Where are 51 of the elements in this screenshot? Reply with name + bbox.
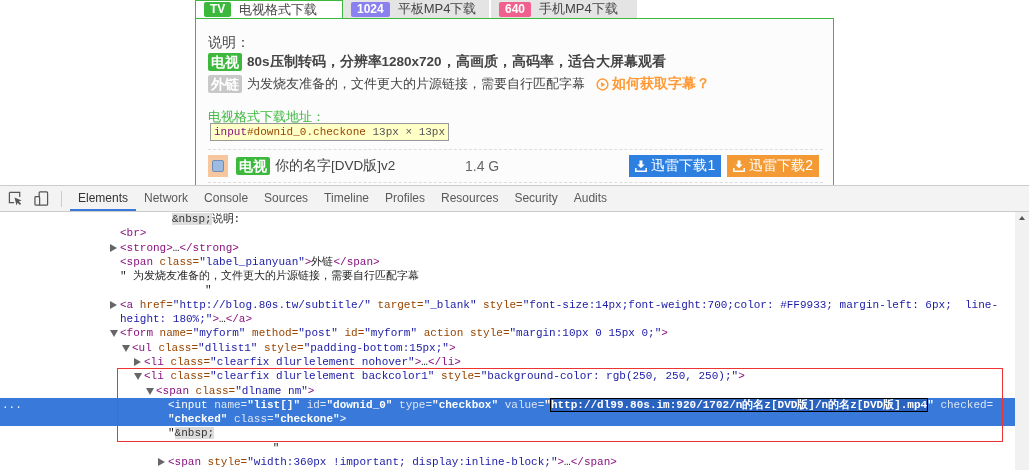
- download-icon: [635, 160, 648, 172]
- expand-arrow-icon[interactable]: [158, 458, 165, 467]
- quality-badge: 电视: [208, 53, 242, 71]
- tab-badge: 640: [499, 1, 532, 17]
- tab-label: 平板MP4下载: [397, 0, 477, 18]
- inspect-tooltip: input#downid_0.checkone 13px × 13px: [210, 123, 450, 141]
- dom-node[interactable]: <form name="myform" method="post" id="myform" action style="margin:10px 0 15px 0;">: [0, 326, 1015, 341]
- dom-node[interactable]: "&nbsp; ": [0, 426, 1015, 456]
- format-tab[interactable]: TV 电视格式下载: [195, 0, 343, 18]
- play-icon: [596, 77, 609, 91]
- dom-node[interactable]: <a href="http://blog.80s.tw/subtitle/" target="_blank" style="font-size:14px;font-weight:700;color: #FF9933; margin-left: 6px; line- height: 180%;">…</a>: [0, 297, 1015, 327]
- note-text: 80s压制转码，分辨率1280x720，高画质，高码率，适合大屏幕观看: [247, 53, 666, 71]
- dom-node[interactable]: <li class="clearfix dlurlelement nohover">…</li>: [0, 354, 1015, 370]
- file-name: 你的名字[DVD版]v2: [275, 157, 397, 175]
- expand-arrow-icon[interactable]: [110, 243, 117, 252]
- devtools-tab[interactable]: Resources: [433, 186, 507, 211]
- dom-node[interactable]: <span class="label_pianyuan">外链</span>: [0, 254, 1015, 270]
- devtools-tab[interactable]: Sources: [256, 186, 317, 211]
- checkbox[interactable]: [208, 155, 228, 177]
- tab-label: 手机MP4下载: [539, 0, 618, 18]
- devtools-tab[interactable]: Network: [136, 186, 197, 211]
- format-tab[interactable]: 1024 平板MP4下载: [343, 0, 491, 18]
- tab-badge: TV: [204, 2, 232, 17]
- dom-node[interactable]: <li class="clearfix dlurlelement backcolor1" style="background-color: rgb(250, 250, 250);">: [0, 369, 1015, 384]
- dom-node[interactable]: &nbsp;说明:: [0, 212, 1015, 227]
- gutter-mark: ...: [2, 397, 22, 413]
- device-icon[interactable]: [34, 191, 49, 206]
- download-button[interactable]: 迅雷下载1: [629, 155, 722, 177]
- dom-node[interactable]: <br>: [0, 226, 1015, 241]
- tab-badge: 1024: [351, 1, 390, 17]
- scrollbar[interactable]: [1015, 212, 1029, 470]
- devtools-tab[interactable]: Audits: [565, 186, 616, 211]
- devtools-tab[interactable]: Profiles: [377, 186, 434, 211]
- note-text: 为发烧友准备的，文件更大的片源链接，需要自行匹配字幕: [247, 75, 585, 93]
- dom-node[interactable]: <ul class="dllist1" style="padding-bottom:15px;">: [0, 340, 1015, 355]
- format-tab[interactable]: 640 手机MP4下载: [491, 0, 639, 18]
- dom-node[interactable]: <span style="width:360px !important; display:inline-block;">…</span>: [0, 455, 1015, 470]
- quality-badge: 电视: [236, 157, 270, 175]
- section-title: 电视格式下载地址：: [208, 109, 326, 125]
- devtools-tab[interactable]: Timeline: [316, 186, 377, 211]
- devtools-tab[interactable]: Console: [196, 186, 257, 211]
- dom-node[interactable]: " 为发烧友准备的，文件更大的片源链接，需要自行匹配字幕 ": [0, 269, 1015, 298]
- tab-label: 电视格式下载: [239, 0, 318, 19]
- note-title: 说明：: [208, 33, 251, 51]
- inspect-icon[interactable]: [8, 191, 23, 206]
- devtools-tab[interactable]: Security: [506, 186, 566, 211]
- dom-node[interactable]: <strong>…</strong>: [0, 240, 1015, 255]
- devtools-tab[interactable]: Elements: [70, 186, 137, 211]
- expand-arrow-icon[interactable]: [110, 300, 117, 309]
- file-size: 1.4 G: [465, 158, 500, 174]
- download-icon: [733, 160, 746, 172]
